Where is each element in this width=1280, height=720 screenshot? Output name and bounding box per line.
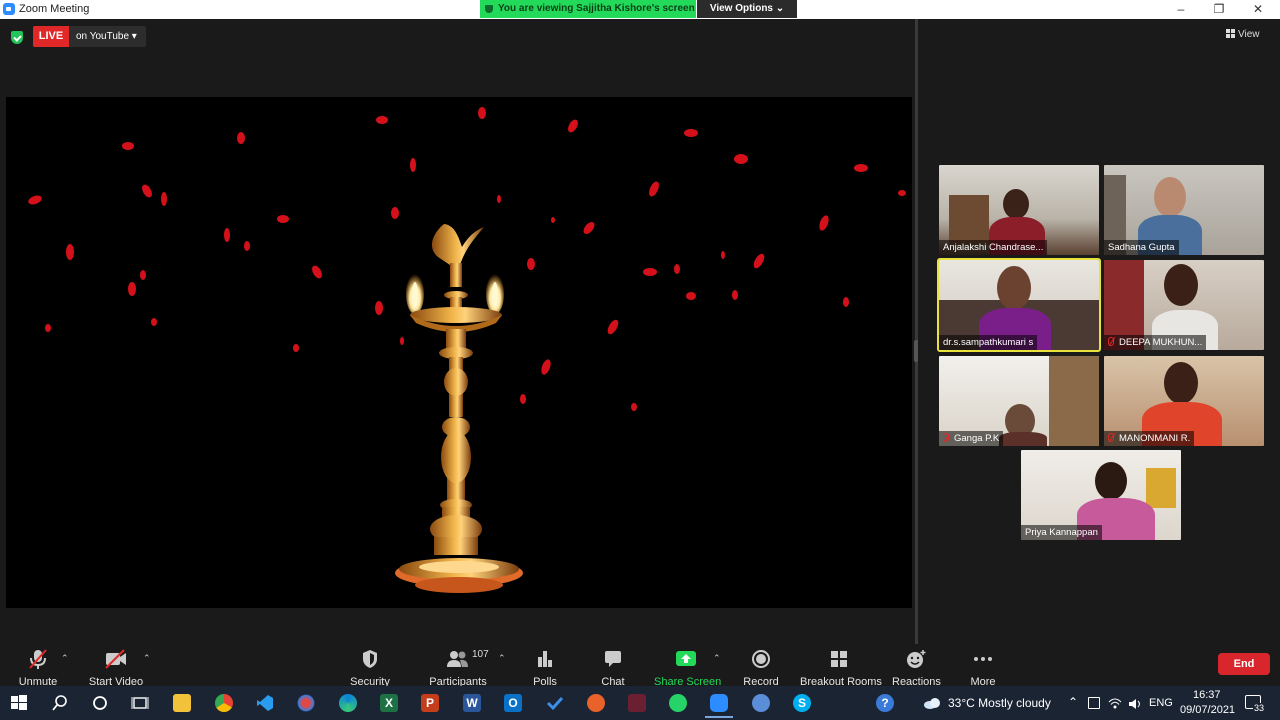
weather-cloud-icon xyxy=(922,694,942,712)
active-app-indicator xyxy=(705,716,733,718)
viewing-screen-text: You are viewing Sajjitha Kishore's scree… xyxy=(498,3,695,14)
start-video-button[interactable]: Start Video xyxy=(88,646,144,688)
share-screen-arrow-icon xyxy=(654,648,718,670)
participant-tile[interactable]: Ganga P.K xyxy=(939,356,1099,446)
participant-name-text: MANONMANI R. xyxy=(1119,433,1191,444)
speaker-icon[interactable] xyxy=(1128,697,1140,709)
participant-count: 107 xyxy=(472,649,489,660)
unmute-button[interactable]: Unmute xyxy=(12,646,64,688)
participant-name: Priya Kannappan xyxy=(1021,525,1102,540)
paint-icon[interactable] xyxy=(297,694,315,712)
clock-date[interactable]: 09/07/2021 xyxy=(1180,704,1235,716)
participant-tile[interactable]: MANONMANI R. xyxy=(1104,356,1264,446)
record-button[interactable]: Record xyxy=(742,646,780,688)
participant-name: DEEPA MUKHUN... xyxy=(1104,335,1207,350)
tray-expand-icon[interactable]: ⌃ xyxy=(1068,695,1078,709)
live-destination-dropdown[interactable]: on YouTube ▾ xyxy=(69,26,146,47)
participant-tile[interactable]: Sadhana Gupta xyxy=(1104,165,1264,255)
video-options-caret-icon[interactable]: ⌃ xyxy=(143,653,151,664)
cortana-icon[interactable] xyxy=(91,694,109,712)
breakout-rooms-grid-icon xyxy=(800,648,878,670)
security-shield-icon xyxy=(348,648,392,670)
polls-bar-chart-icon xyxy=(528,648,562,670)
participant-name: MANONMANI R. xyxy=(1104,431,1195,446)
participant-name-text: DEEPA MUKHUN... xyxy=(1119,337,1203,348)
share-screen-button[interactable]: Share Screen xyxy=(654,646,721,688)
security-button[interactable]: Security xyxy=(348,646,392,688)
chrome-icon[interactable] xyxy=(215,694,233,712)
view-layout-button[interactable]: View xyxy=(1226,26,1272,43)
participant-name: Anjalakshi Chandrase... xyxy=(939,240,1048,255)
file-explorer-icon[interactable] xyxy=(173,694,191,712)
breakout-rooms-button[interactable]: Breakout Rooms xyxy=(800,646,882,688)
chat-bubble-icon xyxy=(596,648,630,670)
chat-button[interactable]: Chat xyxy=(596,646,630,688)
search-icon[interactable] xyxy=(51,694,69,712)
encryption-shield-icon[interactable] xyxy=(11,31,23,44)
close-icon[interactable]: ✕ xyxy=(1248,1,1268,17)
participant-name: dr.s.sampathkumari s xyxy=(939,335,1038,350)
muted-mic-icon xyxy=(1108,337,1114,346)
participant-tile[interactable]: DEEPA MUKHUN... xyxy=(1104,260,1264,350)
task-view-icon[interactable] xyxy=(131,694,149,712)
meeting-toolbar: Unmute ⌃ Start Video ⌃ Security Particip… xyxy=(0,644,1280,688)
record-icon xyxy=(742,648,780,670)
notification-count: 33 xyxy=(1253,703,1266,713)
restore-icon[interactable]: ❐ xyxy=(1209,1,1229,17)
edge-icon[interactable] xyxy=(339,694,357,712)
participant-tile-active-speaker[interactable]: dr.s.sampathkumari s xyxy=(937,258,1101,352)
wifi-icon[interactable] xyxy=(1108,696,1122,710)
shared-screen-content xyxy=(6,97,912,608)
outlook-icon[interactable]: O xyxy=(504,694,522,712)
end-meeting-button[interactable]: End xyxy=(1218,653,1270,675)
muted-mic-icon xyxy=(943,433,949,442)
app-icon-orange[interactable] xyxy=(587,694,605,712)
app-icon-blue[interactable] xyxy=(752,694,770,712)
viewing-screen-banner: You are viewing Sajjitha Kishore's scree… xyxy=(480,0,696,18)
shield-icon xyxy=(485,5,493,13)
weather-text[interactable]: 33°C Mostly cloudy xyxy=(948,696,1051,710)
reactions-button[interactable]: Reactions xyxy=(892,646,941,688)
todo-check-icon[interactable] xyxy=(546,694,564,712)
language-indicator[interactable]: ENG xyxy=(1149,697,1173,709)
participant-name-text: Ganga P.K xyxy=(954,433,1000,444)
participant-tile[interactable]: Anjalakshi Chandrase... xyxy=(939,165,1099,255)
view-layout-label: View xyxy=(1238,29,1260,40)
reactions-smiley-icon xyxy=(892,648,940,670)
word-icon[interactable]: W xyxy=(463,694,481,712)
powerpoint-icon[interactable]: P xyxy=(421,694,439,712)
live-badge[interactable]: LIVE xyxy=(33,26,69,47)
more-button[interactable]: More xyxy=(966,646,1000,688)
participants-caret-icon[interactable]: ⌃ xyxy=(498,653,506,664)
minimize-icon[interactable]: – xyxy=(1171,1,1191,17)
window-title: Zoom Meeting xyxy=(19,3,90,15)
whatsapp-icon[interactable] xyxy=(669,694,687,712)
participant-name: Ganga P.K xyxy=(939,431,1004,446)
skype-icon[interactable]: S xyxy=(793,694,811,712)
excel-icon[interactable]: X xyxy=(380,694,398,712)
share-screen-caret-icon[interactable]: ⌃ xyxy=(713,653,721,664)
polls-button[interactable]: Polls xyxy=(528,646,562,688)
muted-microphone-icon xyxy=(12,648,64,670)
zoom-taskbar-icon[interactable] xyxy=(710,694,728,712)
windows-taskbar: X P W O S ? 33°C Mostly cloudy ⌃ ENG 16:… xyxy=(0,686,1280,720)
video-off-icon xyxy=(88,648,144,670)
audio-options-caret-icon[interactable]: ⌃ xyxy=(61,653,69,664)
participant-tile[interactable]: Priya Kannappan xyxy=(1021,450,1181,540)
grid-icon xyxy=(1226,29,1235,38)
zoom-app-icon xyxy=(3,3,15,15)
help-icon[interactable]: ? xyxy=(876,694,894,712)
more-dots-icon xyxy=(966,648,1000,670)
participant-name: Sadhana Gupta xyxy=(1104,240,1179,255)
vscode-icon[interactable] xyxy=(256,694,274,712)
battery-icon[interactable] xyxy=(1088,697,1100,709)
clock-time[interactable]: 16:37 xyxy=(1193,689,1221,701)
app-icon-dark-red[interactable] xyxy=(628,694,646,712)
view-options-button[interactable]: View Options ⌄ xyxy=(697,0,797,18)
windows-start-icon[interactable] xyxy=(10,694,28,712)
lamp-with-petals-image xyxy=(28,107,906,593)
muted-mic-icon xyxy=(1108,433,1114,442)
